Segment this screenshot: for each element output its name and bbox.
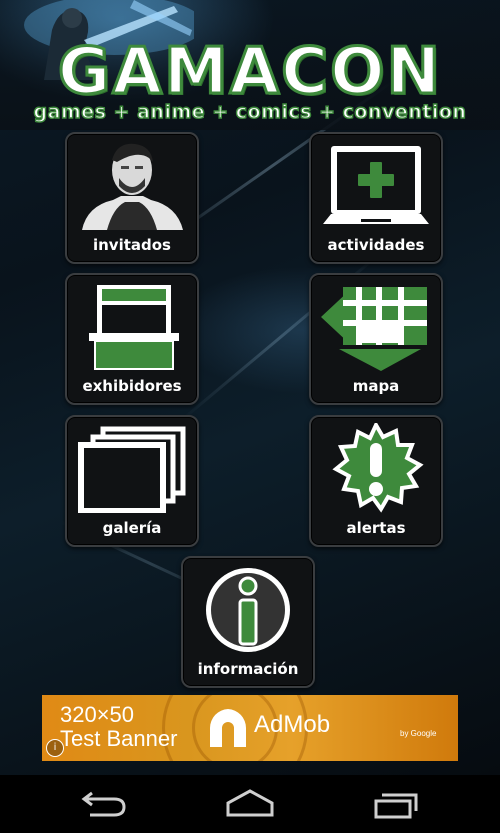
home-icon[interactable] xyxy=(222,785,278,825)
exhibidores-button[interactable]: exhibidores xyxy=(65,273,199,405)
ad-banner[interactable]: 320×50 Test Banner AdMob by Google i xyxy=(42,695,458,761)
ad-size: 320×50 xyxy=(60,702,135,727)
admob-logo-icon xyxy=(209,709,247,747)
admob-by-google: by Google xyxy=(400,729,437,738)
booth-icon xyxy=(89,285,179,370)
ad-label: Test Banner xyxy=(60,726,178,751)
mapa-label: mapa xyxy=(352,377,400,395)
recents-icon[interactable] xyxy=(368,785,424,825)
alertas-button[interactable]: alertas xyxy=(309,415,443,547)
galeria-button[interactable]: galería xyxy=(65,415,199,547)
ad-info-icon[interactable]: i xyxy=(46,739,64,757)
invitados-button[interactable]: invitados xyxy=(65,132,199,264)
invitados-label: invitados xyxy=(92,236,171,254)
navigation-bar xyxy=(0,775,500,833)
admob-brand: AdMob xyxy=(254,711,331,738)
alertas-label: alertas xyxy=(346,519,406,537)
guest-portrait-icon xyxy=(77,140,187,230)
informacion-label: información xyxy=(197,660,299,678)
informacion-button[interactable]: información xyxy=(181,556,315,688)
alert-burst-icon xyxy=(332,423,424,513)
laptop-plus-icon xyxy=(323,146,429,224)
actividades-button[interactable]: actividades xyxy=(309,132,443,264)
app-subtitle: games + anime + comics + convention xyxy=(33,100,467,123)
actividades-label: actividades xyxy=(327,236,425,254)
ad-text: 320×50 Test Banner xyxy=(60,703,177,751)
app-title: GAMACON xyxy=(56,35,443,109)
exhibidores-label: exhibidores xyxy=(82,377,182,395)
map-icon xyxy=(321,287,427,371)
info-icon xyxy=(206,568,290,652)
photo-gallery-icon xyxy=(78,426,186,513)
back-icon[interactable] xyxy=(76,785,132,825)
galeria-label: galería xyxy=(102,519,162,537)
mapa-button[interactable]: mapa xyxy=(309,273,443,405)
